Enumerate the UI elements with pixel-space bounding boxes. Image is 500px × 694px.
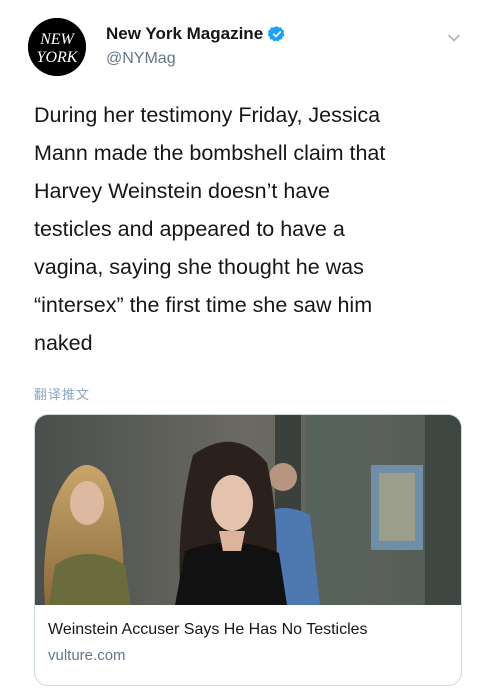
link-card[interactable]: Weinstein Accuser Says He Has No Testicl… [34,414,462,686]
new-york-magazine-logo: NEW YORK [28,18,86,76]
link-card-title[interactable]: Weinstein Accuser Says He Has No Testicl… [48,621,368,639]
account-handle[interactable]: @NYMag [106,50,176,68]
display-name[interactable]: New York Magazine [106,24,263,44]
translate-tweet-link[interactable]: 翻译推文 [34,384,90,403]
svg-text:YORK: YORK [37,49,79,66]
name-row: New York Magazine [106,24,286,44]
avatar[interactable]: NEW YORK [28,18,86,76]
verified-badge-icon [268,26,285,42]
tweet-header: NEW YORK New York Magazine @NYMag [24,14,476,76]
svg-text:NEW: NEW [39,31,75,48]
chevron-down-icon[interactable] [446,30,462,46]
link-card-image [35,415,461,605]
link-card-domain: vulture.com [48,647,126,664]
tweet-text: During her testimony Friday, Jessica Man… [34,103,386,355]
